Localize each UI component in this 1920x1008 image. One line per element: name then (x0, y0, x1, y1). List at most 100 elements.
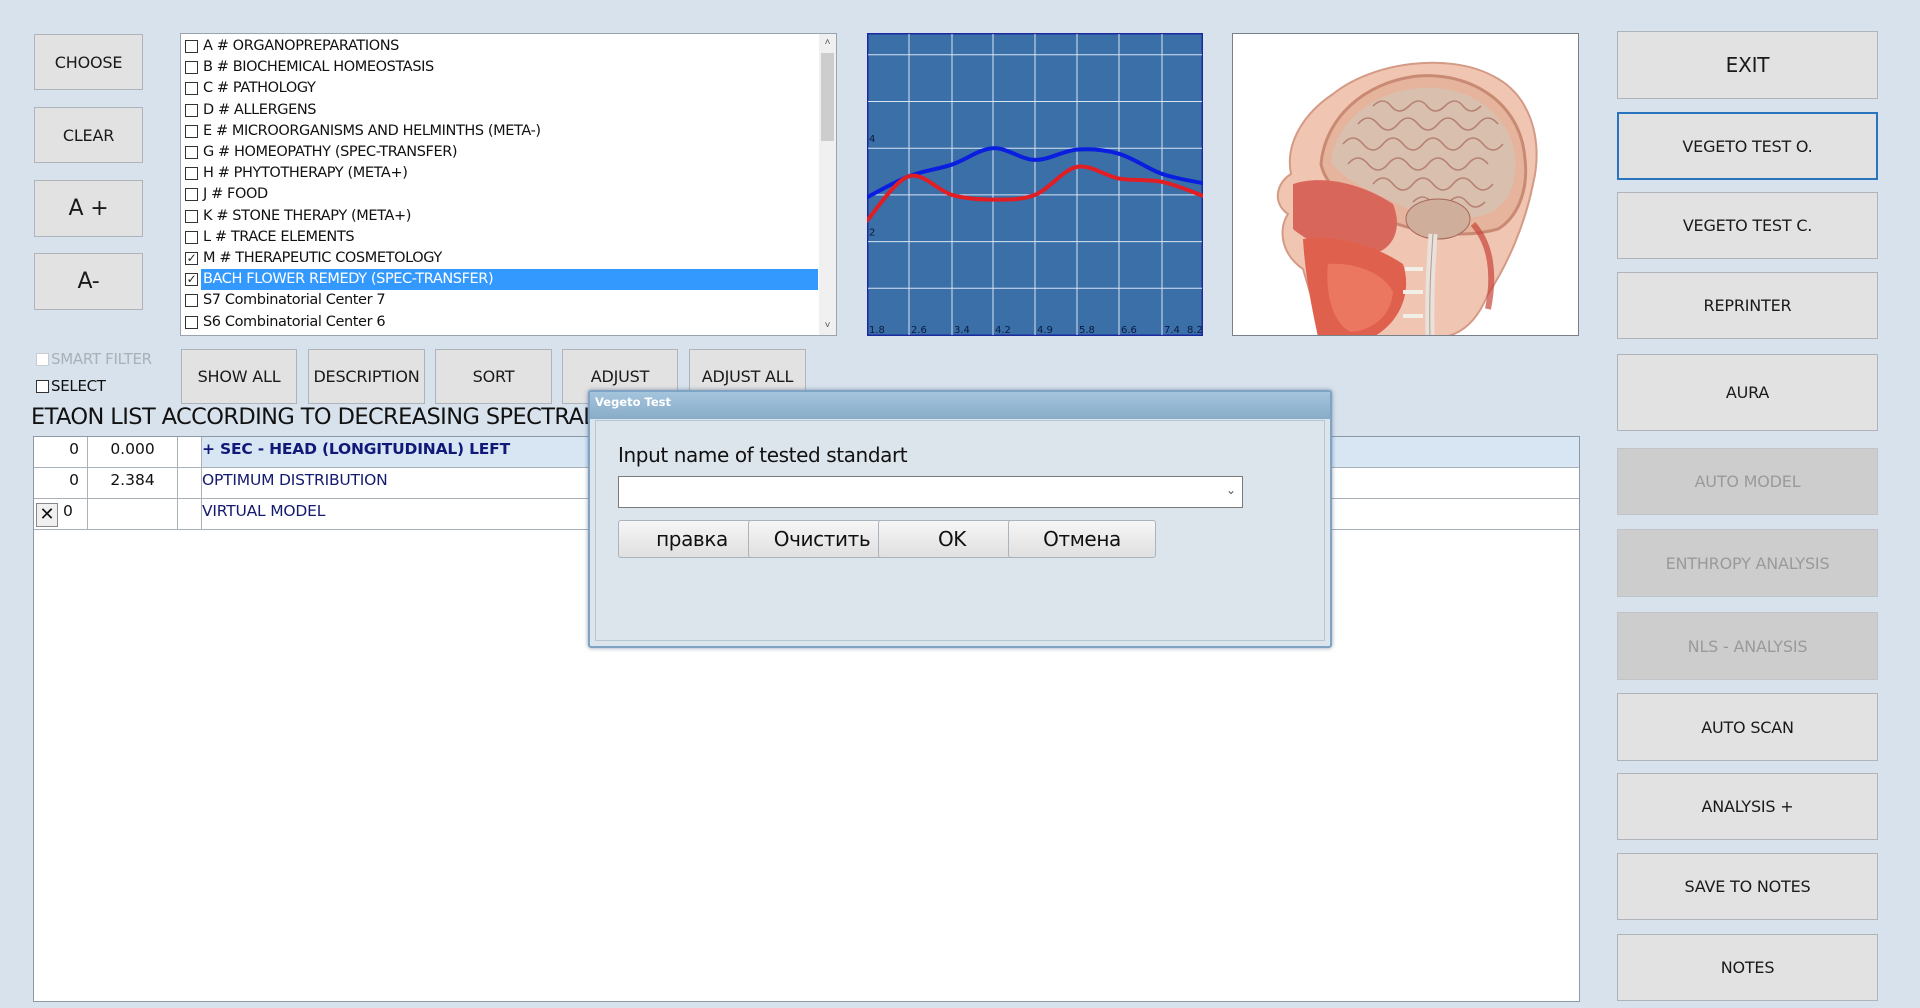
checkbox-icon[interactable] (185, 146, 198, 159)
checkbox-icon[interactable] (185, 124, 198, 138)
checkbox-icon[interactable] (185, 315, 198, 329)
aura-button[interactable]: AURA (1617, 354, 1878, 431)
description-button[interactable]: DESCRIPTION (308, 349, 425, 404)
category-list-item[interactable]: D # ALLERGENS (183, 100, 818, 121)
category-list-item[interactable]: A # ORGANOPREPARATIONS (183, 36, 818, 57)
chart-x-tick-label: 4.2 (995, 325, 1011, 336)
auto-model-button: AUTO MODEL (1617, 448, 1878, 515)
show-all-button[interactable]: SHOW ALL (181, 349, 297, 404)
category-label: BACH FLOWER REMEDY (SPEC-TRANSFER) (201, 269, 818, 291)
checkbox-icon[interactable] (185, 103, 198, 117)
category-label: B # BIOCHEMICAL HOMEOSTASIS (203, 59, 434, 76)
row-value-cell: 2.384 (88, 468, 178, 498)
chart-x-tick-label: 2.6 (911, 325, 927, 336)
category-label: G # HOMEOPATHY (SPEC-TRANSFER) (203, 144, 458, 160)
category-label: H # PHYTOTHERAPY (META+) (203, 165, 408, 182)
head-illustration (1276, 61, 1538, 335)
dialog-prompt: Input name of tested standart (618, 443, 908, 467)
scrollbar-thumb[interactable] (821, 53, 834, 141)
chart-x-tick-label: 7.4 (1164, 325, 1180, 336)
ok-button[interactable]: OK (878, 520, 1026, 558)
category-list-item[interactable]: J # FOOD (183, 184, 818, 205)
dialog-body: Input name of tested standart ⌄ правка О… (595, 420, 1325, 641)
category-listbox[interactable]: A # ORGANOPREPARATIONS B # BIOCHEMICAL HO… (180, 33, 837, 336)
category-label: J # FOOD (203, 186, 268, 203)
category-label: S6 Combinatorial Center 6 (203, 313, 386, 330)
clear-button[interactable]: CLEAR (34, 107, 143, 163)
checkbox-checked-icon[interactable]: ✓ (185, 273, 198, 287)
category-label: D # ALLERGENS (203, 101, 317, 118)
chart-x-tick-label: 1.8 (869, 325, 885, 336)
save-to-notes-button[interactable]: SAVE TO NOTES (1617, 853, 1878, 920)
auto-scan-button[interactable]: AUTO SCAN (1617, 693, 1878, 761)
font-increase-button[interactable]: A + (34, 180, 143, 237)
checkbox-icon[interactable] (185, 294, 198, 308)
checkbox-icon[interactable] (185, 82, 198, 96)
checkbox-icon[interactable] (185, 40, 198, 53)
category-label: K # STONE THERAPY (META+) (203, 207, 411, 224)
vegeto-test-dialog: Vegeto Test Input name of tested standar… (588, 390, 1332, 648)
row-value-cell: 0.000 (88, 437, 178, 467)
row-marker-cell (178, 437, 202, 467)
close-icon[interactable]: ✕ (36, 503, 58, 527)
checkbox-icon[interactable] (185, 209, 198, 223)
checkbox-checked-icon[interactable]: ✓ (185, 252, 198, 265)
vegeto-test-c-button[interactable]: VEGETO TEST C. (1617, 192, 1878, 259)
nls-analysis-button: NLS - ANALYSIS (1617, 612, 1878, 680)
vegeto-test-o-button[interactable]: VEGETO TEST O. (1617, 112, 1878, 180)
standard-name-combobox[interactable]: ⌄ (618, 476, 1243, 508)
category-label: L # TRACE ELEMENTS (203, 228, 355, 245)
chart-x-tick-label: 4.9 (1037, 325, 1053, 336)
dialog-title[interactable]: Vegeto Test (590, 392, 1330, 419)
choose-button[interactable]: CHOOSE (34, 34, 143, 90)
checkbox-icon[interactable] (185, 167, 198, 181)
category-list-item[interactable]: ✓ M # THERAPEUTIC COSMETOLOGY (183, 248, 818, 269)
chart-y-tick-label: 2 (869, 228, 875, 239)
select-label: SELECT (51, 377, 106, 395)
etaon-list-title: ETAON LIST ACCORDING TO DECREASING SPECT… (31, 404, 641, 430)
checkbox-box[interactable] (36, 379, 49, 393)
category-label: A # ORGANOPREPARATIONS (203, 38, 399, 54)
category-list-item[interactable]: H # PHYTOTHERAPY (META+) (183, 163, 818, 184)
category-list-item[interactable]: B # BIOCHEMICAL HOMEOSTASIS (183, 57, 818, 78)
category-label: E # MICROORGANISMS AND HELMINTHS (META-) (203, 122, 541, 139)
checkbox-icon[interactable] (185, 61, 198, 75)
checkbox-box (36, 352, 49, 366)
notes-button[interactable]: NOTES (1617, 934, 1878, 1001)
category-list-item[interactable]: G # HOMEOPATHY (SPEC-TRANSFER) (183, 142, 818, 163)
category-list-item[interactable]: L # TRACE ELEMENTS (183, 227, 818, 248)
scroll-up-icon[interactable]: ˄ (819, 35, 836, 51)
spectrum-chart: 4 2 1.8 2.6 3.4 4.2 4.9 5.8 6.6 7.4 8.2 (867, 33, 1203, 336)
row-index-cell: 0 (34, 468, 88, 498)
clear-dialog-button[interactable]: Очистить (748, 520, 896, 558)
reprinter-button[interactable]: REPRINTER (1617, 272, 1878, 339)
category-list-item[interactable]: S6 Combinatorial Center 6 (183, 312, 818, 333)
listbox-scrollbar[interactable]: ˄ ˅ (819, 34, 836, 335)
row-marker-cell (178, 499, 202, 529)
sort-button[interactable]: SORT (435, 349, 552, 404)
category-list-item[interactable]: C # PATHOLOGY (183, 78, 818, 99)
row-marker-cell (178, 468, 202, 498)
category-label: M # THERAPEUTIC COSMETOLOGY (203, 250, 442, 266)
category-label: S7 Combinatorial Center 7 (203, 292, 386, 309)
scroll-down-icon[interactable]: ˅ (819, 318, 836, 334)
analysis-button[interactable]: ANALYSIS + (1617, 773, 1878, 840)
checkbox-icon[interactable] (185, 188, 198, 202)
font-decrease-button[interactable]: A- (34, 253, 143, 310)
cancel-button[interactable]: Отмена (1008, 520, 1156, 558)
smart-filter-label: SMART FILTER (51, 350, 152, 368)
category-list-item[interactable]: S7 Combinatorial Center 7 (183, 290, 818, 311)
category-label: C # PATHOLOGY (203, 80, 316, 97)
chevron-down-icon[interactable]: ⌄ (1226, 483, 1236, 497)
row-index-cell: 0 (34, 437, 88, 467)
smart-filter-checkbox: SMART FILTER (36, 350, 152, 368)
enthropy-analysis-button: ENTHROPY ANALYSIS (1617, 529, 1878, 597)
chart-x-tick-label: 6.6 (1121, 325, 1137, 336)
checkbox-icon[interactable] (185, 230, 198, 244)
select-checkbox[interactable]: SELECT (36, 377, 106, 395)
edit-button[interactable]: правка (618, 520, 766, 558)
category-list-item[interactable]: K # STONE THERAPY (META+) (183, 206, 818, 227)
category-list-item[interactable]: E # MICROORGANISMS AND HELMINTHS (META-) (183, 121, 818, 142)
category-list-item[interactable]: ✓ BACH FLOWER REMEDY (SPEC-TRANSFER) (183, 269, 818, 291)
exit-button[interactable]: EXIT (1617, 31, 1878, 99)
